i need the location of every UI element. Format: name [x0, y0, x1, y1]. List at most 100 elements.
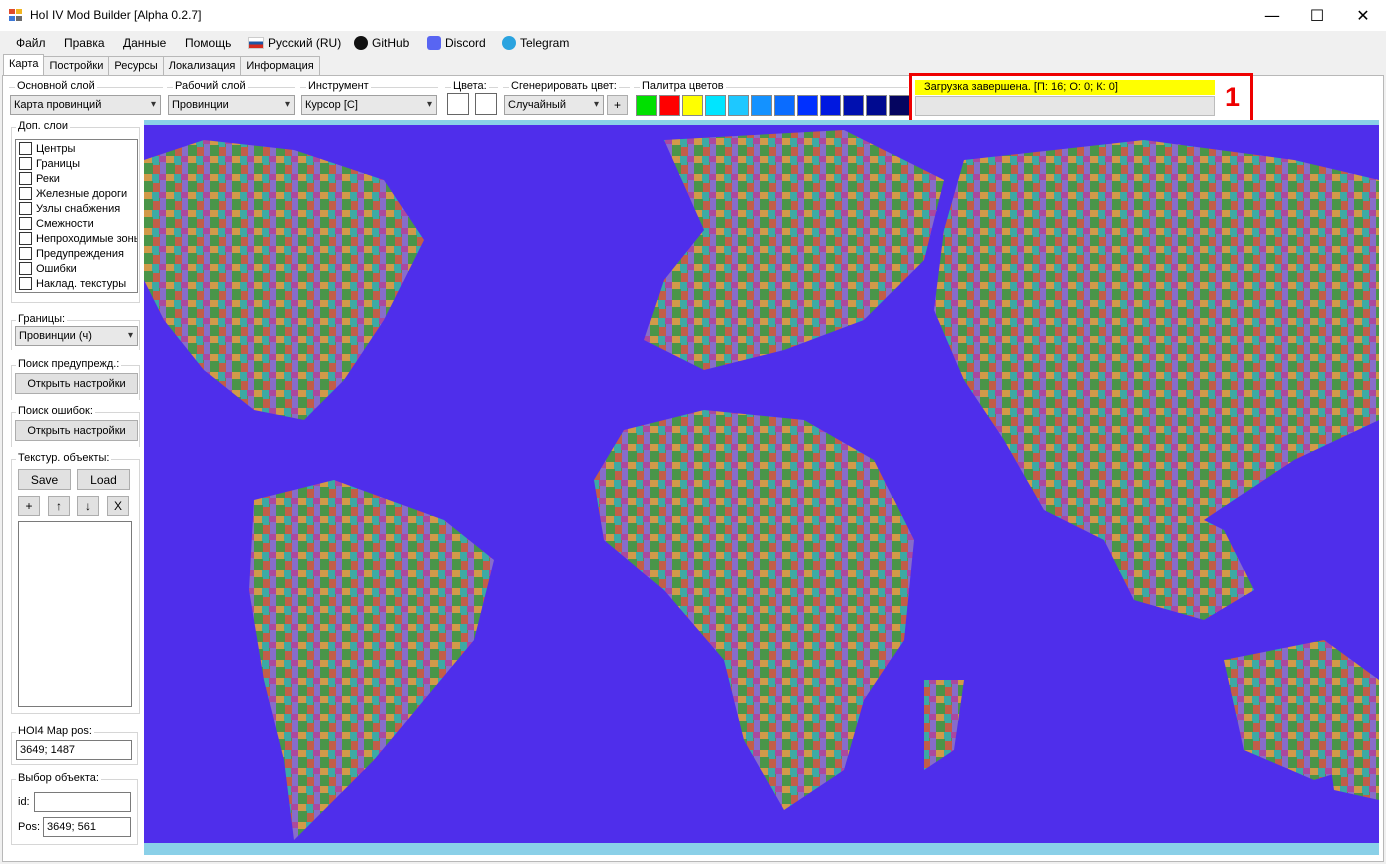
extra-layer-item[interactable]: Непроходимые зоны	[16, 231, 137, 246]
borders-value: Провинции (ч)	[19, 330, 92, 342]
extra-layer-label: Предупреждения	[36, 247, 124, 260]
palette-label: Палитра цветов	[640, 80, 726, 92]
checkbox[interactable]	[19, 142, 32, 155]
checkbox[interactable]	[19, 157, 32, 170]
telegram-label: Telegram	[520, 36, 570, 50]
russia-flag-icon	[248, 37, 264, 49]
generate-color-button[interactable]: +	[607, 95, 628, 115]
palette-swatch[interactable]	[774, 95, 795, 116]
extra-layer-item[interactable]: Наклад. текстуры	[16, 276, 137, 291]
menu-discord[interactable]: Discord	[427, 36, 486, 50]
generate-color-value: Случайный	[508, 99, 566, 111]
borders-label: Границы:	[16, 313, 68, 325]
palette-swatch[interactable]	[820, 95, 841, 116]
close-button[interactable]: ✕	[1340, 0, 1386, 31]
checkbox[interactable]	[19, 277, 32, 290]
primary-color-swatch[interactable]	[447, 93, 469, 115]
extra-layer-item[interactable]: Узлы снабжения	[16, 201, 137, 216]
extra-layer-item[interactable]: Реки	[16, 171, 137, 186]
palette-swatch[interactable]	[659, 95, 680, 116]
main-layer-select[interactable]: Карта провинций ▾	[10, 95, 161, 115]
checkbox[interactable]	[19, 232, 32, 245]
title-bar: HoI IV Mod Builder [Alpha 0.2.7] — ☐ ✕	[0, 0, 1386, 31]
object-select-label: Выбор объекта:	[16, 772, 101, 784]
menu-language[interactable]: Русский (RU)	[248, 36, 341, 50]
palette-swatch[interactable]	[866, 95, 887, 116]
secondary-color-swatch[interactable]	[475, 93, 497, 115]
language-label: Русский (RU)	[268, 36, 342, 50]
checkbox[interactable]	[19, 262, 32, 275]
warnings-settings-button[interactable]: Открыть настройки	[15, 373, 138, 394]
extra-layer-label: Наклад. текстуры	[36, 277, 127, 290]
tool-select[interactable]: Курсор [C] ▾	[301, 95, 437, 115]
generate-color-label: Сгенерировать цвет:	[509, 80, 619, 92]
borders-select[interactable]: Провинции (ч) ▾	[15, 326, 138, 346]
warnings-label: Поиск предупрежд.:	[16, 358, 122, 370]
texture-objects-list[interactable]	[18, 521, 132, 707]
palette-swatch[interactable]	[751, 95, 772, 116]
chevron-down-icon: ▾	[150, 99, 156, 110]
extra-layer-item[interactable]: Ошибки	[16, 261, 137, 276]
maximize-button[interactable]: ☐	[1294, 0, 1340, 31]
menu-file[interactable]: Файл	[16, 36, 46, 50]
palette-swatch[interactable]	[843, 95, 864, 116]
extra-layer-label: Узлы снабжения	[36, 202, 121, 215]
province-map-canvas[interactable]	[144, 120, 1379, 855]
map-pos-label: HOI4 Map pos:	[16, 725, 94, 737]
extra-layer-label: Непроходимые зоны	[36, 232, 138, 245]
texture-up-button[interactable]: ↑	[48, 496, 70, 516]
work-layer-label: Рабочий слой	[173, 80, 248, 92]
extra-layer-item[interactable]: Границы	[16, 156, 137, 171]
telegram-icon	[502, 36, 516, 50]
texture-add-button[interactable]: +	[18, 496, 40, 516]
texture-remove-button[interactable]: X	[107, 496, 129, 516]
minimize-button[interactable]: —	[1249, 0, 1295, 31]
tool-label: Инструмент	[306, 80, 371, 92]
palette-swatch[interactable]	[705, 95, 726, 116]
tab-resources[interactable]: Ресурсы	[108, 56, 164, 75]
id-label: id:	[18, 796, 30, 808]
tab-info[interactable]: Информация	[240, 56, 320, 75]
work-layer-select[interactable]: Провинции ▾	[168, 95, 295, 115]
id-field[interactable]	[34, 792, 131, 812]
tab-map[interactable]: Карта	[3, 54, 45, 75]
map-pos-field[interactable]: 3649; 1487	[16, 740, 132, 760]
checkbox[interactable]	[19, 202, 32, 215]
tab-buildings[interactable]: Постройки	[43, 56, 110, 75]
colors-label: Цвета:	[451, 80, 489, 92]
extra-layer-item[interactable]: Предупреждения	[16, 246, 137, 261]
extra-layer-item[interactable]: Центры	[16, 141, 137, 156]
checkbox[interactable]	[19, 217, 32, 230]
tab-localization[interactable]: Локализация	[162, 56, 242, 75]
menu-edit[interactable]: Правка	[64, 36, 105, 50]
pos-field[interactable]: 3649; 561	[43, 817, 131, 837]
checkbox[interactable]	[19, 187, 32, 200]
menu-bar: Файл Правка Данные Помощь Русский (RU) G…	[0, 31, 1386, 55]
menu-github[interactable]: GitHub	[354, 36, 409, 50]
palette-swatch[interactable]	[889, 95, 910, 116]
menu-telegram[interactable]: Telegram	[502, 36, 569, 50]
menu-data[interactable]: Данные	[123, 36, 166, 50]
generate-color-select[interactable]: Случайный ▾	[504, 95, 604, 115]
texture-load-button[interactable]: Load	[77, 469, 130, 490]
extra-layer-item[interactable]: Смежности	[16, 216, 137, 231]
palette-swatch[interactable]	[682, 95, 703, 116]
main-layer-label: Основной слой	[15, 80, 97, 92]
palette-swatch[interactable]	[636, 95, 657, 116]
errors-settings-button[interactable]: Открыть настройки	[15, 420, 138, 441]
chevron-down-icon: ▾	[127, 330, 133, 341]
highlight-box	[909, 73, 1253, 124]
extra-layer-item[interactable]: Железные дороги	[16, 186, 137, 201]
chevron-down-icon: ▾	[426, 99, 432, 110]
menu-help[interactable]: Помощь	[185, 36, 231, 50]
checkbox[interactable]	[19, 247, 32, 260]
extra-layer-label: Реки	[36, 172, 60, 185]
texture-save-button[interactable]: Save	[18, 469, 71, 490]
palette-swatch[interactable]	[797, 95, 818, 116]
discord-icon	[427, 36, 441, 50]
palette-swatch[interactable]	[728, 95, 749, 116]
extra-layer-label: Границы	[36, 157, 80, 170]
checkbox[interactable]	[19, 172, 32, 185]
errors-label: Поиск ошибок:	[16, 405, 95, 417]
texture-down-button[interactable]: ↓	[77, 496, 99, 516]
